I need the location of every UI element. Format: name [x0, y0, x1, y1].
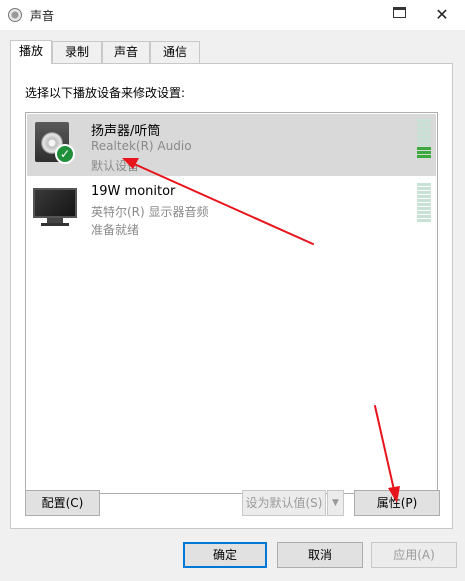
title-bar: 声音 ✕ [0, 0, 465, 30]
window-title: 声音 [30, 9, 55, 23]
cancel-button[interactable]: 取消 [277, 542, 363, 568]
tab-recording[interactable]: 录制 [52, 41, 102, 63]
device-item-speaker[interactable]: ✓ 扬声器/听筒 Realtek(R) Audio 默认设备 [27, 114, 436, 176]
device-name: 扬声器/听筒 [91, 124, 161, 139]
device-driver: Realtek(R) Audio [91, 139, 192, 153]
monitor-icon [33, 188, 79, 228]
tab-playback[interactable]: 播放 [10, 40, 52, 64]
set-default-button[interactable]: 设为默认值(S) [242, 490, 326, 516]
speaker-app-icon [8, 8, 22, 22]
device-item-monitor[interactable]: 19W monitor 英特尔(R) 显示器音频 准备就绪 [27, 178, 436, 240]
device-list[interactable]: ✓ 扬声器/听筒 Realtek(R) Audio 默认设备 19W monit… [25, 112, 438, 494]
properties-button[interactable]: 属性(P) [354, 490, 440, 516]
chevron-down-icon[interactable]: ▼ [327, 490, 344, 516]
device-status: 准备就绪 [91, 223, 140, 237]
playback-panel: 选择以下播放设备来修改设置: ✓ 扬声器/听筒 Realtek(R) Audio… [10, 63, 453, 529]
help-button[interactable] [376, 0, 422, 30]
device-status: 默认设备 [91, 159, 140, 173]
close-button[interactable]: ✕ [419, 0, 465, 30]
device-driver: 英特尔(R) 显示器音频 [91, 205, 209, 219]
tab-sounds[interactable]: 声音 [102, 41, 150, 63]
device-name: 19W monitor [91, 184, 176, 199]
instruction-text: 选择以下播放设备来修改设置: [25, 86, 186, 100]
volume-meter [417, 119, 431, 159]
configure-button[interactable]: 配置(C) [25, 490, 100, 516]
ok-button[interactable]: 确定 [183, 542, 267, 568]
default-check-icon: ✓ [55, 144, 75, 164]
apply-button[interactable]: 应用(A) [371, 542, 457, 568]
help-icon [393, 7, 406, 18]
volume-meter [417, 183, 431, 223]
tab-communications[interactable]: 通信 [150, 41, 200, 63]
